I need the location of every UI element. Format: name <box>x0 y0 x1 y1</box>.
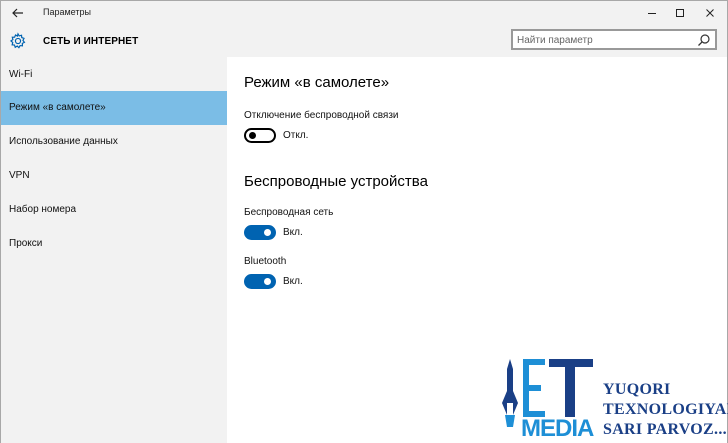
gear-icon <box>9 32 26 49</box>
airplane-mode-heading: Режим «в самолете» <box>244 74 390 91</box>
sidebar: Wi-Fi Режим «в самолете» Использование д… <box>1 57 227 443</box>
search-box[interactable] <box>511 29 717 50</box>
settings-window: Параметры СЕТЬ И ИНТЕРНЕТ Найти параметр… <box>0 0 728 443</box>
maximize-button[interactable] <box>665 1 695 25</box>
page-title: СЕТЬ И ИНТЕРНЕТ <box>43 36 139 47</box>
title-bar: Параметры <box>1 1 727 25</box>
minimize-button[interactable] <box>637 1 667 25</box>
et-media-watermark: MEDIA YUQORI TEXNOLOGIYALAR SARI PARVOZ.… <box>493 353 728 443</box>
sidebar-item-wifi[interactable]: Wi-Fi <box>1 58 227 92</box>
search-icon[interactable] <box>697 33 711 47</box>
tagline-line-1: YUQORI <box>603 381 671 398</box>
sidebar-item-dial-up[interactable]: Набор номера <box>1 193 227 227</box>
wifi-setting-label: Беспроводная сеть <box>244 207 334 218</box>
bluetooth-setting-label: Bluetooth <box>244 256 287 267</box>
sidebar-item-vpn[interactable]: VPN <box>1 159 227 193</box>
window-title: Параметры <box>43 7 91 17</box>
toggle-knob <box>249 132 256 139</box>
bluetooth-toggle-state: Вкл. <box>283 276 303 287</box>
wifi-toggle-state: Вкл. <box>283 227 303 238</box>
wireless-devices-heading: Беспроводные устройства <box>244 173 428 190</box>
tagline-line-2: TEXNOLOGIYALAR <box>603 401 728 418</box>
sidebar-item-data-usage[interactable]: Использование данных <box>1 125 227 159</box>
close-button[interactable] <box>695 1 725 25</box>
maximize-icon <box>676 9 684 17</box>
airplane-toggle-state: Откл. <box>283 130 309 141</box>
back-button[interactable] <box>7 3 29 23</box>
logo-wordmark: MEDIA <box>521 415 594 442</box>
toggle-knob <box>264 229 271 236</box>
sidebar-item-proxy[interactable]: Прокси <box>1 227 227 261</box>
wifi-toggle[interactable] <box>244 225 276 240</box>
bluetooth-toggle[interactable] <box>244 274 276 289</box>
minimize-icon <box>648 13 656 14</box>
settings-header: СЕТЬ И ИНТЕРНЕТ <box>1 25 727 57</box>
search-input[interactable] <box>517 33 687 47</box>
close-icon <box>706 9 714 17</box>
airplane-setting-label: Отключение беспроводной связи <box>244 110 399 121</box>
tagline-line-3: SARI PARVOZ... <box>603 421 727 438</box>
sidebar-item-airplane-mode[interactable]: Режим «в самолете» <box>1 91 227 125</box>
back-arrow-icon <box>12 8 23 18</box>
toggle-knob <box>264 278 271 285</box>
airplane-mode-toggle[interactable] <box>244 128 276 143</box>
